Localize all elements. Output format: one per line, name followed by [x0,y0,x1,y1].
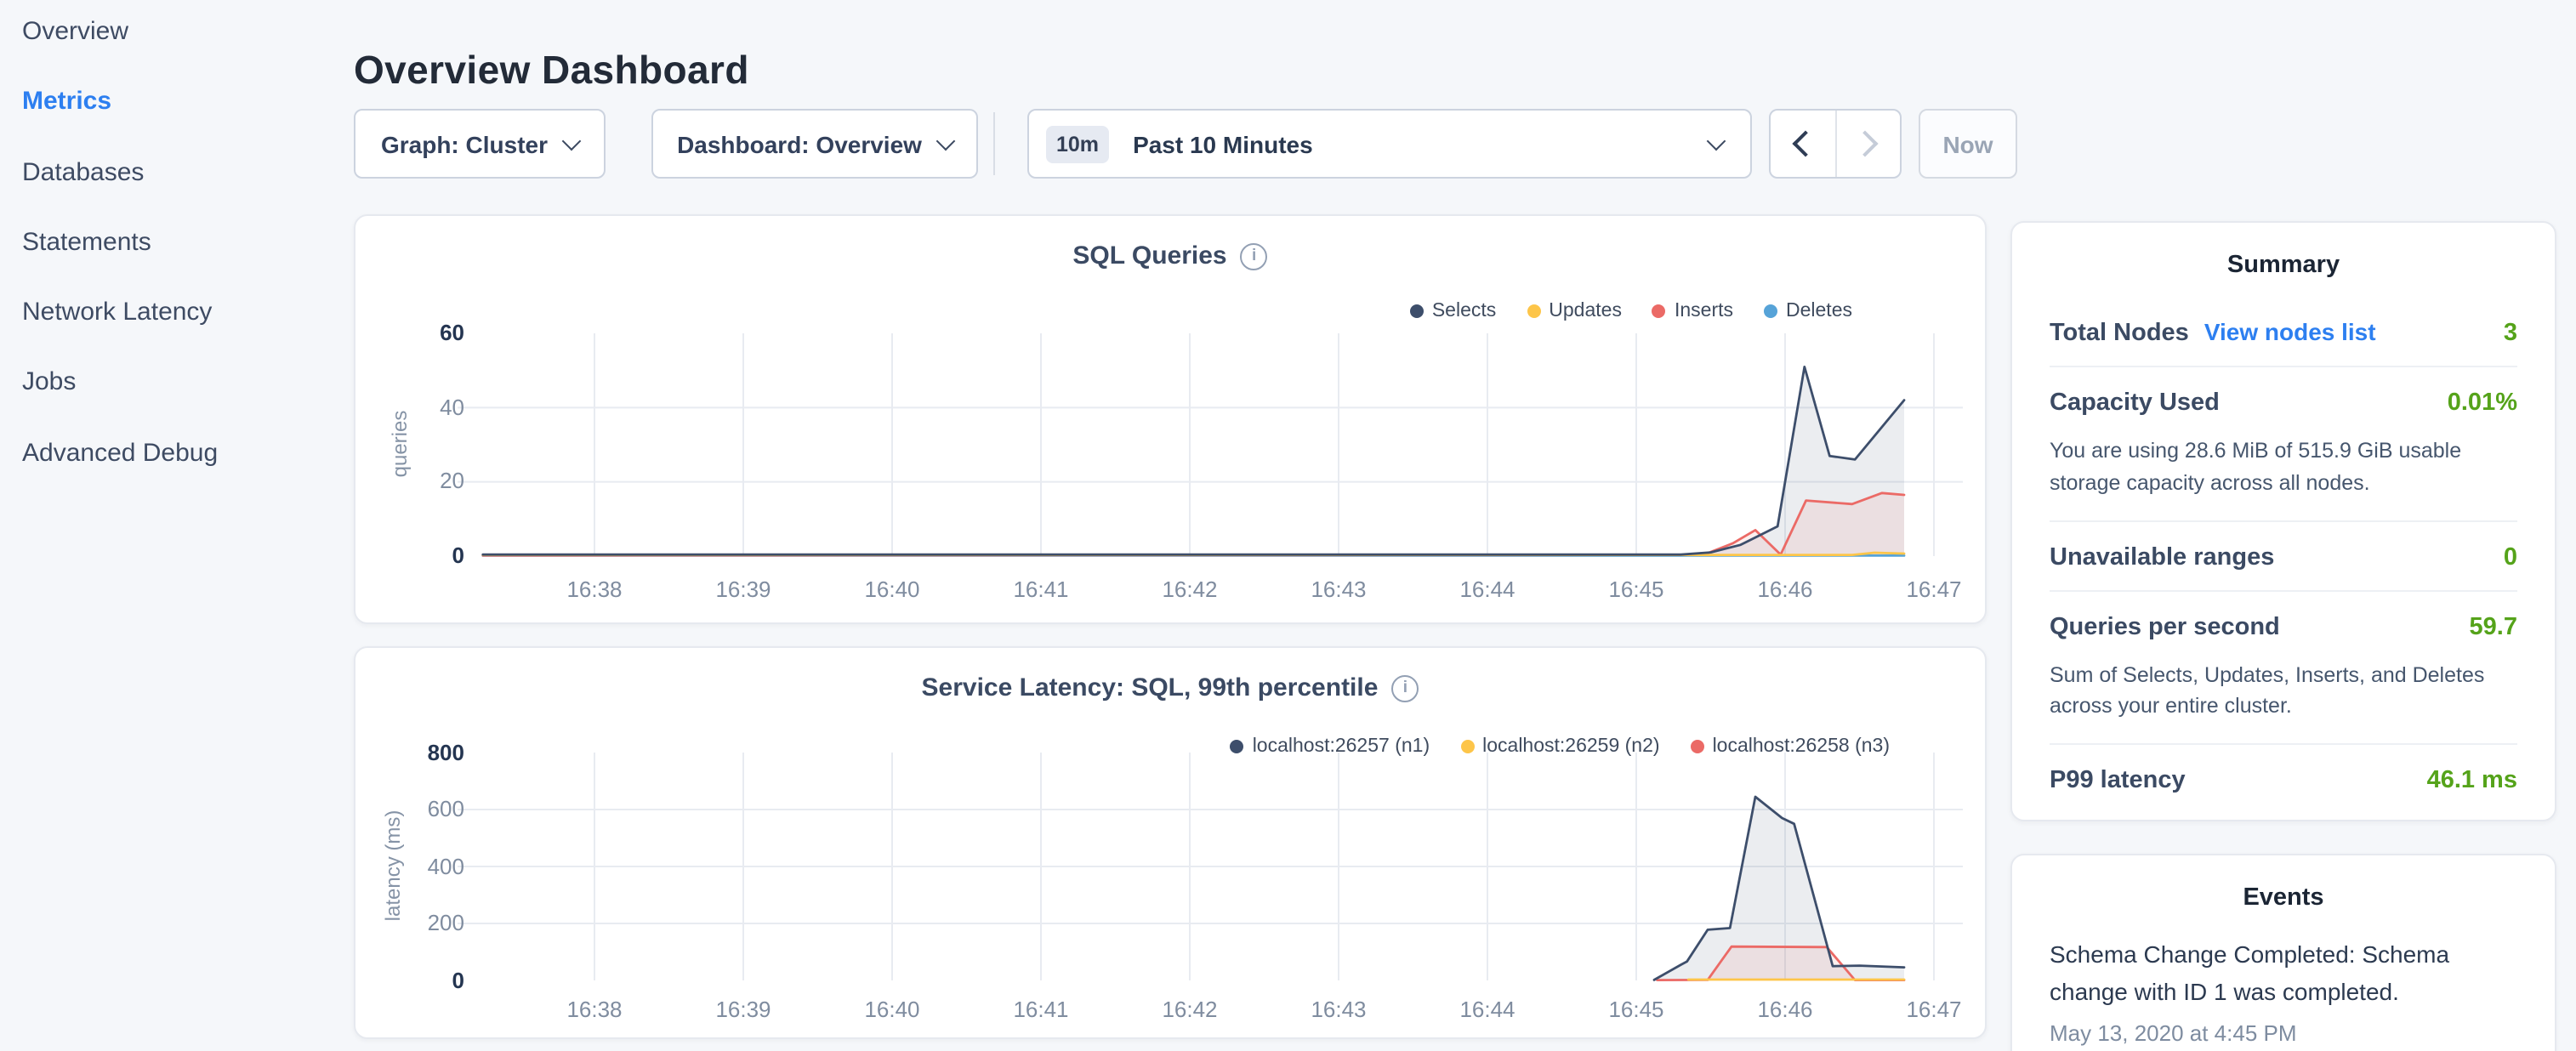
x-tick-label: 16:42 [1162,997,1217,1022]
x-tick-label: 16:40 [864,997,919,1022]
summary-row-total-nodes: Total Nodes View nodes list 3 [2050,296,2517,367]
sidebar-item-overview[interactable]: Overview [22,15,218,49]
view-nodes-list-link[interactable]: View nodes list [2204,318,2376,345]
summary-value: 0.01% [2448,389,2517,417]
summary-label: Capacity Used [2050,389,2220,417]
sidebar-item-metrics[interactable]: Metrics [22,86,218,120]
next-time-button[interactable] [1834,111,1900,177]
y-tick-label: 60 [386,320,464,347]
summary-row-p99-latency: P99 latency 46.1 ms [2050,745,2517,813]
x-tick-label: 16:38 [566,997,622,1022]
event-timestamp: May 13, 2020 at 4:45 PM [2050,1020,2517,1046]
chevron-left-icon [1792,130,1818,156]
sidebar-item-network-latency[interactable]: Network Latency [22,296,218,330]
chevron-right-icon [1852,130,1879,156]
page-title: Overview Dashboard [354,48,749,94]
summary-row-capacity-used: Capacity Used 0.01% You are using 28.6 M… [2050,367,2517,521]
series-fill [483,493,1904,556]
graph-scope-label: Graph: Cluster [381,130,548,157]
x-tick-label: 16:43 [1311,997,1366,1022]
x-tick-label: 16:45 [1608,997,1663,1022]
x-tick-label: 16:46 [1757,577,1812,602]
series-line [483,366,1904,554]
summary-value: 0 [2504,543,2517,571]
graph-scope-dropdown[interactable]: Graph: Cluster [354,109,606,179]
time-pager [1769,109,1902,179]
y-tick-label: 0 [386,967,464,994]
y-axis-unit-label: queries [388,411,412,478]
summary-row-queries-per-second: Queries per second 59.7 Sum of Selects, … [2050,591,2517,745]
event-item[interactable]: Schema Change Completed: Schema change w… [2050,935,2517,1012]
x-tick-label: 16:39 [715,997,771,1022]
summary-value: 3 [2504,320,2517,347]
dashboard-label: Dashboard: Overview [677,130,922,157]
summary-label: P99 latency [2050,767,2186,794]
summary-panel: Summary Total Nodes View nodes list 3 Ca… [2010,221,2556,821]
time-range-label: Past 10 Minutes [1133,130,1313,157]
chevron-down-icon [936,131,956,151]
x-tick-label: 16:47 [1906,577,1961,602]
sidebar-item-databases[interactable]: Databases [22,156,218,190]
time-range-dropdown[interactable]: 10m Past 10 Minutes [1027,109,1752,179]
summary-row-unavailable-ranges: Unavailable ranges 0 [2050,521,2517,591]
x-tick-label: 16:44 [1459,577,1515,602]
x-tick-label: 16:38 [566,577,622,602]
service-latency-chart-card: Service Latency: SQL, 99th percentile i … [354,646,1987,1039]
sql-queries-chart[interactable] [355,216,1988,626]
events-title: Events [2050,884,2517,912]
y-tick-label: 0 [386,543,464,570]
events-panel: Events Schema Change Completed: Schema c… [2010,854,2556,1051]
x-tick-label: 16:39 [715,577,771,602]
x-tick-label: 16:46 [1757,997,1812,1022]
x-tick-label: 16:42 [1162,577,1217,602]
x-tick-label: 16:41 [1013,577,1068,602]
sql-queries-chart-card: SQL Queries i SelectsUpdatesInsertsDelet… [354,214,1987,624]
dashboard-dropdown[interactable]: Dashboard: Overview [651,109,978,179]
sidebar-item-advanced-debug[interactable]: Advanced Debug [22,437,218,471]
series-fill [483,366,1904,556]
series-line [483,493,1904,555]
y-axis-unit-label: latency (ms) [381,810,405,922]
y-tick-label: 800 [386,739,464,766]
x-tick-label: 16:43 [1311,577,1366,602]
db-console-page: Overview Metrics Databases Statements Ne… [0,0,2576,1051]
service-latency-chart[interactable] [355,648,1988,1041]
x-tick-label: 16:44 [1459,997,1515,1022]
summary-label: Total Nodes [2050,320,2189,347]
sidebar-item-statements[interactable]: Statements [22,226,218,260]
summary-value: 46.1 ms [2427,767,2517,794]
x-tick-label: 16:41 [1013,997,1068,1022]
time-range-badge: 10m [1046,125,1109,162]
summary-label: Unavailable ranges [2050,543,2274,571]
summary-description: You are using 28.6 MiB of 515.9 GiB usab… [2050,435,2517,520]
prev-time-button[interactable] [1771,111,1834,177]
summary-title: Summary [2050,252,2517,279]
sidebar-item-jobs[interactable]: Jobs [22,366,218,401]
x-tick-label: 16:47 [1906,997,1961,1022]
sidebar-nav: Overview Metrics Databases Statements Ne… [22,15,218,471]
now-button[interactable]: Now [1919,109,2017,179]
controls-divider [993,112,995,175]
x-tick-label: 16:45 [1608,577,1663,602]
chevron-down-icon [562,131,582,151]
summary-value: 59.7 [2470,613,2517,640]
summary-label: Queries per second [2050,613,2280,640]
chevron-down-icon [1707,131,1726,151]
x-tick-label: 16:40 [864,577,919,602]
summary-description: Sum of Selects, Updates, Inserts, and De… [2050,659,2517,743]
